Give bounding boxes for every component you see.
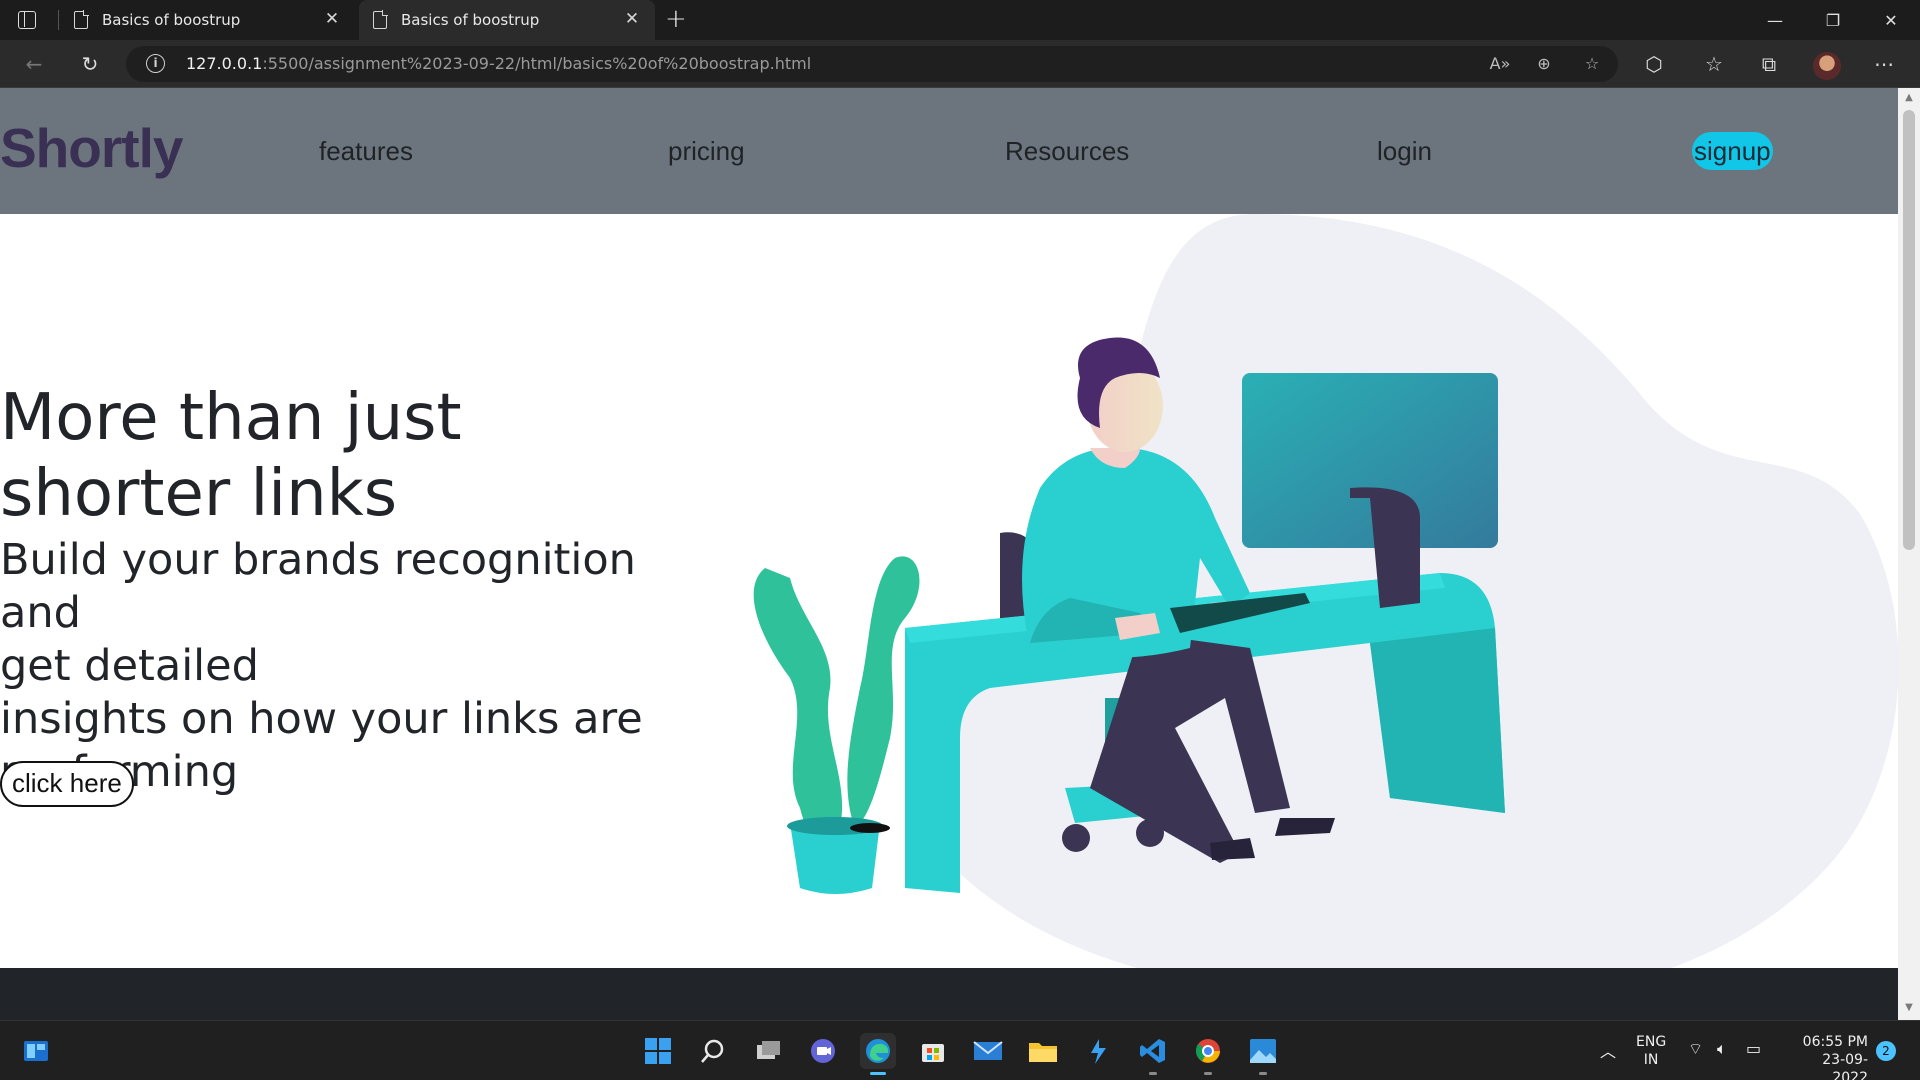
edge-browser-icon[interactable]: [860, 1033, 896, 1075]
vscode-icon[interactable]: [1135, 1033, 1171, 1075]
address-bar[interactable]: i 127.0.0.1:5500/assignment%2023-09-22/h…: [126, 46, 1618, 82]
refresh-icon[interactable]: ↻: [74, 48, 106, 80]
tab-actions-icon[interactable]: [18, 11, 36, 29]
file-explorer-icon[interactable]: [1025, 1033, 1061, 1069]
back-icon[interactable]: ←: [18, 48, 50, 80]
browser-tab[interactable]: Basics of boostrup ✕: [60, 0, 355, 40]
restore-icon[interactable]: ❐: [1810, 0, 1856, 40]
close-tab-icon[interactable]: ✕: [321, 9, 343, 29]
plant-graphic: [753, 556, 920, 894]
nav-link-pricing[interactable]: pricing: [668, 136, 745, 167]
footer-section: [0, 968, 1898, 1020]
hero-title: More than just shorter links: [0, 381, 462, 531]
mail-icon[interactable]: [970, 1033, 1006, 1069]
hero-subtitle: Build your brands recognition and get de…: [0, 535, 643, 797]
profile-avatar[interactable]: [1813, 52, 1841, 80]
show-hidden-icons-icon[interactable]: ︿: [1600, 1043, 1616, 1061]
click-here-button[interactable]: click here: [0, 761, 134, 807]
task-view-icon[interactable]: [750, 1033, 786, 1069]
nav-link-login[interactable]: login: [1377, 136, 1432, 167]
page-viewport: Shortly features pricing Resources login…: [0, 88, 1920, 1020]
microsoft-store-icon[interactable]: [915, 1033, 951, 1069]
zoom-icon[interactable]: ⊕: [1532, 52, 1556, 76]
url-text[interactable]: 127.0.0.1:5500/assignment%2023-09-22/htm…: [186, 54, 811, 73]
notification-badge[interactable]: 2: [1876, 1041, 1896, 1061]
read-aloud-icon[interactable]: A»: [1488, 52, 1512, 76]
close-window-icon[interactable]: ✕: [1868, 0, 1914, 40]
scroll-up-icon[interactable]: ▲: [1898, 92, 1920, 103]
power-automate-icon[interactable]: [1080, 1033, 1116, 1069]
tab-separator: [58, 10, 59, 30]
teams-chat-icon[interactable]: [805, 1033, 841, 1069]
windows-taskbar: ︿ ENG IN ⌔ 🔈︎ ▭ 06:55 PM 23-09-2022 2: [0, 1020, 1920, 1080]
close-tab-icon[interactable]: ✕: [621, 9, 643, 29]
site-navbar: Shortly features pricing Resources login…: [0, 88, 1898, 214]
language-indicator[interactable]: ENG IN: [1636, 1033, 1666, 1069]
collections-icon[interactable]: ⧉: [1753, 48, 1785, 80]
scroll-down-icon[interactable]: ▼: [1898, 1002, 1920, 1013]
more-options-icon[interactable]: ⋯: [1868, 48, 1900, 80]
scrollbar-thumb[interactable]: [1903, 110, 1915, 550]
site-info-icon[interactable]: i: [146, 54, 165, 73]
browser-tab-active[interactable]: Basics of boostrup ✕: [359, 0, 655, 40]
nav-link-resources[interactable]: Resources: [1005, 136, 1129, 167]
tab-title: Basics of boostrup: [401, 11, 540, 29]
battery-icon[interactable]: ▭: [1746, 1040, 1761, 1058]
tab-strip: Basics of boostrup ✕ Basics of boostrup …: [0, 0, 1920, 40]
chrome-icon[interactable]: [1190, 1033, 1226, 1075]
start-icon[interactable]: [640, 1033, 676, 1069]
page-scrollbar[interactable]: ▲ ▼: [1898, 88, 1920, 1020]
search-icon[interactable]: [695, 1033, 731, 1069]
extensions-icon[interactable]: ⬡: [1638, 48, 1670, 80]
page-icon: [74, 10, 89, 29]
favorites-icon[interactable]: ☆: [1698, 48, 1730, 80]
add-favorite-icon[interactable]: ☆: [1580, 52, 1604, 76]
volume-icon[interactable]: 🔈︎: [1717, 1040, 1727, 1058]
monitor-graphic: [1242, 373, 1498, 608]
clock[interactable]: 06:55 PM 23-09-2022: [1788, 1033, 1868, 1080]
tab-title: Basics of boostrup: [102, 11, 241, 29]
new-tab-icon[interactable]: +: [665, 4, 687, 34]
minimize-icon[interactable]: —: [1752, 0, 1798, 40]
photos-icon[interactable]: [1245, 1033, 1281, 1075]
widgets-icon[interactable]: [18, 1033, 54, 1069]
nav-link-features[interactable]: features: [319, 136, 413, 167]
page-icon: [373, 10, 388, 29]
brand-logo[interactable]: Shortly: [0, 116, 183, 180]
browser-toolbar: ← ↻ i 127.0.0.1:5500/assignment%2023-09-…: [0, 40, 1920, 88]
wifi-icon[interactable]: ⌔: [1688, 1040, 1703, 1058]
signup-button[interactable]: signup: [1692, 132, 1773, 170]
